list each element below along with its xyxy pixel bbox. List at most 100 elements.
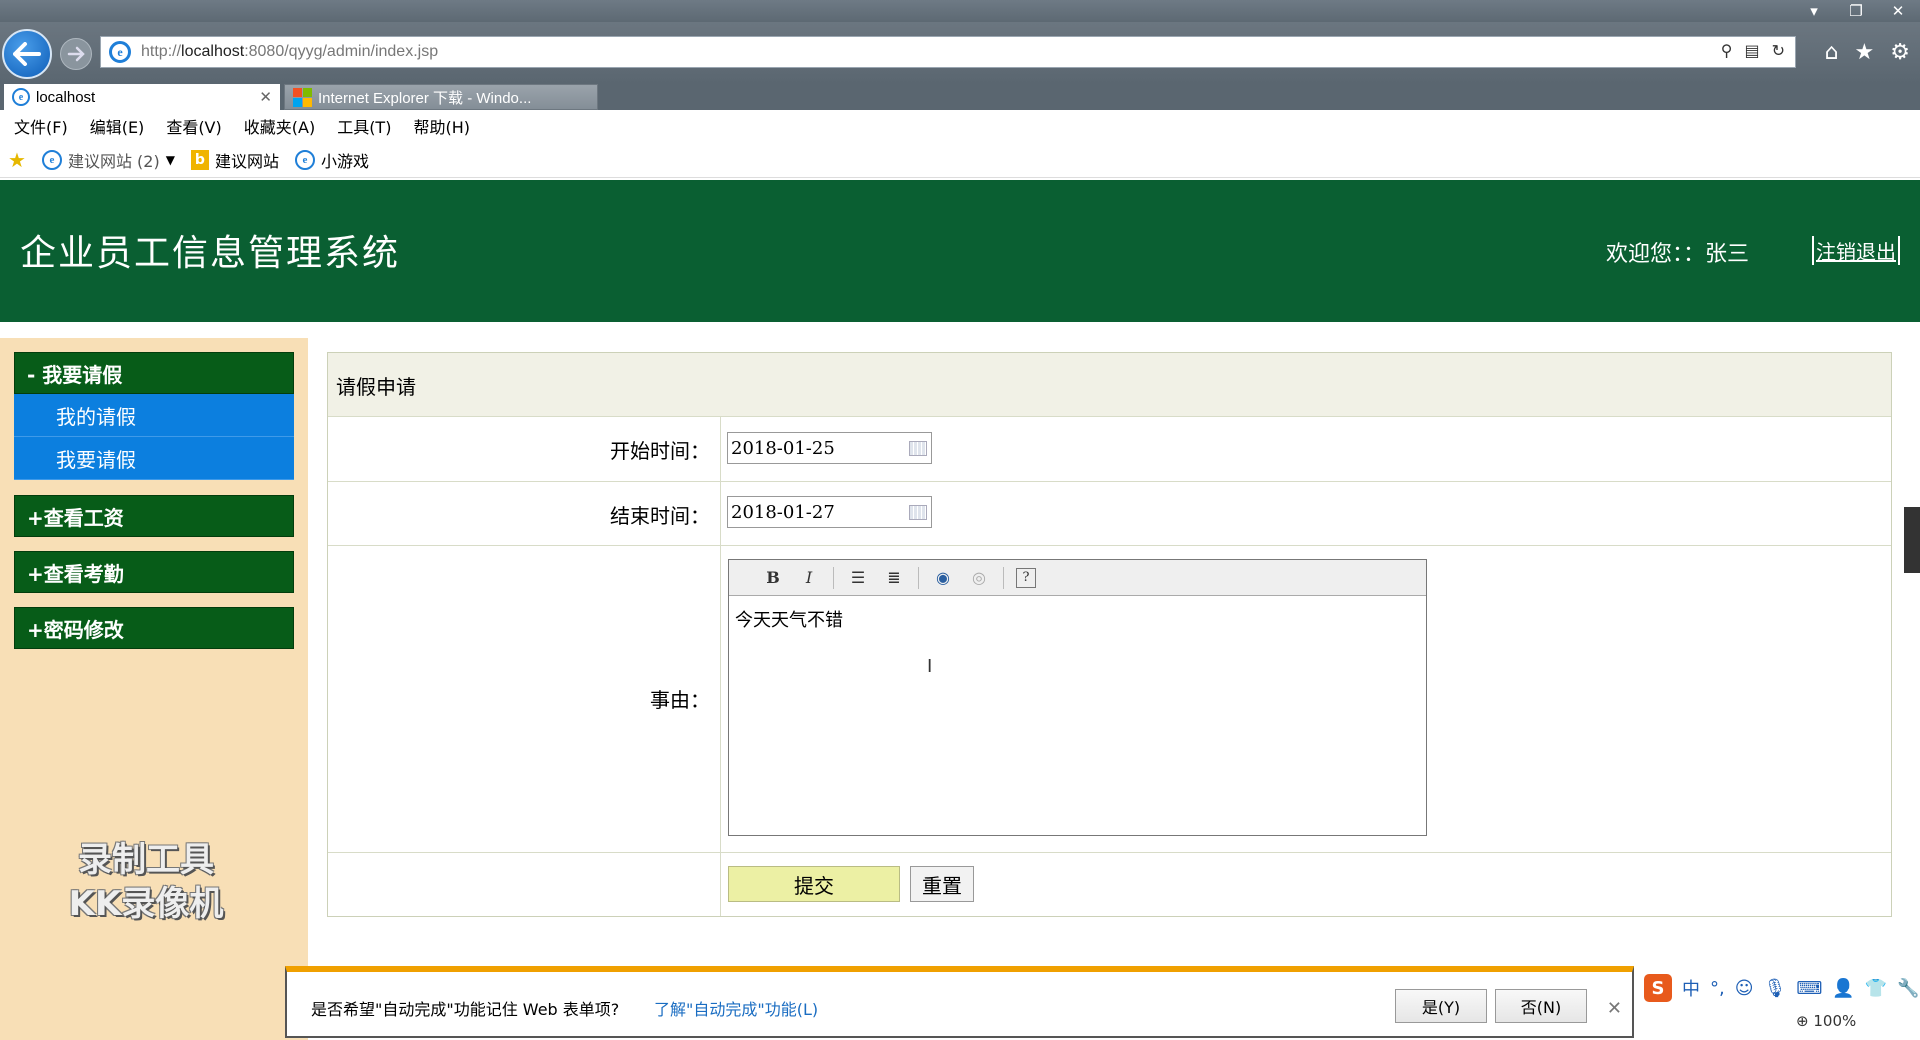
sogou-logo-icon[interactable]: S — [1644, 974, 1672, 1002]
search-icon[interactable]: ⚲ — [1721, 41, 1733, 60]
welcome-text: 欢迎您：：张三 — [1606, 242, 1750, 267]
url-text[interactable]: http://localhost:8080/qyyg/admin/index.j… — [141, 43, 438, 61]
ime-mode-chinese[interactable]: 中 — [1682, 975, 1700, 1001]
sidebar-group-leave-header[interactable]: - 我要请假 — [14, 352, 294, 394]
favorites-star-icon[interactable]: ★ — [1855, 40, 1875, 65]
autocomplete-info-link[interactable]: 了解"自动完成"功能(L) — [654, 996, 818, 1020]
menu-favorites[interactable]: 收藏夹(A) — [244, 114, 315, 138]
menu-view[interactable]: 查看(V) — [166, 114, 221, 138]
menu-bar: 文件(F) 编辑(E) 查看(V) 收藏夹(A) 工具(T) 帮助(H) — [0, 110, 1920, 142]
sidebar-group-password-header[interactable]: +密码修改 — [14, 607, 294, 649]
sidebar-item-request-leave[interactable]: 我要请假 — [14, 437, 294, 480]
ie-page-icon: e — [109, 41, 131, 63]
calendar-icon[interactable] — [909, 505, 927, 520]
action-row: 提交 重置 — [328, 853, 1891, 916]
sidebar: - 我要请假 我的请假 我要请假 +查看工资 +查看考勤 +密码修改 录制工具 … — [0, 338, 308, 1040]
browser-toolbar: ⌂ ★ ⚙ — [1825, 40, 1910, 65]
watermark-line: KK录像机 — [68, 884, 224, 924]
wrench-icon[interactable]: 🔧 — [1897, 978, 1919, 999]
reason-rich-editor[interactable]: B I ☰ ≣ ◉ ◎ ? 今天天气不错 I — [728, 559, 1427, 836]
submit-button[interactable]: 提交 — [728, 866, 900, 902]
menu-tools[interactable]: 工具(T) — [337, 114, 391, 138]
end-date-input[interactable]: 2018-01-27 — [727, 496, 932, 528]
window-controls: ▾ ❐ ✕ — [1804, 0, 1908, 22]
restore-icon[interactable]: ❐ — [1846, 2, 1866, 20]
favorites-add-icon[interactable]: ★ — [8, 148, 26, 172]
emoji-icon[interactable]: ☺ — [1735, 978, 1754, 999]
window-title-strip: ▾ ❐ ✕ — [0, 0, 1920, 22]
help-icon[interactable]: ? — [1016, 567, 1036, 588]
zoom-level[interactable]: ⊕ 100% — [1796, 1012, 1856, 1030]
fav-suggested-sites[interactable]: b 建议网站 — [190, 148, 279, 172]
windows-logo-icon — [293, 87, 312, 107]
tab-localhost[interactable]: e localhost ✕ — [4, 84, 280, 110]
insert-link-icon[interactable]: ◉ — [931, 566, 955, 590]
ie-tab-icon: e — [12, 88, 30, 106]
editor-toolbar: B I ☰ ≣ ◉ ◎ ? — [729, 560, 1426, 596]
gear-icon[interactable]: ⚙ — [1890, 40, 1910, 65]
close-notification-icon[interactable]: ✕ — [1607, 998, 1622, 1019]
back-button[interactable] — [2, 29, 52, 79]
panel-title: 请假申请 — [336, 375, 416, 399]
side-scroll-handle[interactable] — [1904, 507, 1920, 573]
tab-strip: e localhost ✕ Internet Explorer 下载 - Win… — [0, 84, 1920, 110]
tab-label: Internet Explorer 下载 - Windo... — [318, 89, 532, 107]
skin-icon[interactable]: 👕 — [1865, 978, 1887, 999]
forward-button[interactable] — [60, 38, 92, 70]
ie-icon: e — [41, 149, 62, 170]
sidebar-group-attendance-header[interactable]: +查看考勤 — [14, 551, 294, 593]
fav-label: 小游戏 — [320, 151, 369, 171]
logout-link[interactable]: 注销退出 — [1812, 236, 1900, 265]
punctuation-icon[interactable]: °, — [1710, 978, 1725, 999]
refresh-icon[interactable]: ↻ — [1772, 41, 1785, 60]
ime-toolbar: S 中 °, ☺ 🎙 ⌨ 👤 👕 🔧 — [1634, 970, 1920, 1006]
toolbar-separator — [918, 566, 919, 589]
bold-icon[interactable]: B — [761, 566, 785, 590]
menu-help[interactable]: 帮助(H) — [413, 114, 470, 138]
italic-icon[interactable]: I — [797, 566, 821, 590]
ordered-list-icon[interactable]: ☰ — [846, 566, 870, 590]
fav-label: 建议网站 (2) — [67, 151, 160, 171]
address-bar[interactable]: e http://localhost:8080/qyyg/admin/index… — [100, 36, 1796, 68]
fav-suggested-sites-dropdown[interactable]: e 建议网站 (2) ▼ — [41, 148, 175, 172]
reset-button[interactable]: 重置 — [910, 866, 974, 902]
compat-view-icon[interactable]: ▤ — [1744, 41, 1759, 60]
app-title: 企业员工信息管理系统 — [20, 233, 401, 274]
minimize-icon[interactable]: ▾ — [1804, 2, 1824, 20]
zoom-value: 100% — [1813, 1012, 1857, 1030]
forward-arrow-icon — [67, 46, 85, 62]
reason-text[interactable]: 今天天气不错 — [735, 606, 843, 632]
unlink-icon[interactable]: ◎ — [967, 566, 991, 590]
watermark-line: 录制工具 — [78, 840, 214, 880]
sidebar-group-salary-header[interactable]: +查看工资 — [14, 495, 294, 537]
ie-icon: e — [294, 149, 315, 170]
toolbar-separator — [1003, 566, 1004, 589]
navigation-bar: e http://localhost:8080/qyyg/admin/index… — [0, 22, 1920, 84]
sidebar-item-my-leave[interactable]: 我的请假 — [14, 394, 294, 437]
autocomplete-notification: 是否希望"自动完成"功能记住 Web 表单项? 了解"自动完成"功能(L) 是(… — [285, 966, 1634, 1038]
start-date-input[interactable]: 2018-01-25 — [727, 432, 932, 464]
fav-mini-games[interactable]: e 小游戏 — [294, 148, 369, 172]
no-button[interactable]: 否(N) — [1495, 989, 1587, 1023]
back-arrow-icon — [13, 42, 41, 66]
chevron-down-icon: ▼ — [165, 152, 175, 167]
menu-edit[interactable]: 编辑(E) — [90, 114, 145, 138]
reason-row: 事由： B I ☰ ≣ ◉ ◎ ? 今天天气不错 I — [328, 546, 1891, 853]
close-window-icon[interactable]: ✕ — [1888, 2, 1908, 20]
yes-button[interactable]: 是(Y) — [1395, 989, 1487, 1023]
recorder-watermark: 录制工具 KK录像机 — [46, 838, 246, 926]
home-icon[interactable]: ⌂ — [1825, 40, 1839, 65]
bing-icon: b — [190, 149, 209, 170]
user-icon[interactable]: 👤 — [1832, 978, 1854, 999]
end-date-label: 结束时间： — [610, 504, 710, 528]
tab-ie-download[interactable]: Internet Explorer 下载 - Windo... — [284, 84, 598, 110]
sidebar-group-salary: +查看工资 — [14, 495, 294, 537]
label-cell: 开始时间： — [328, 417, 721, 481]
microphone-icon[interactable]: 🎙 — [1764, 978, 1787, 999]
menu-file[interactable]: 文件(F) — [14, 114, 68, 138]
calendar-icon[interactable] — [909, 441, 927, 456]
close-tab-icon[interactable]: ✕ — [259, 88, 272, 106]
label-cell — [328, 853, 721, 916]
unordered-list-icon[interactable]: ≣ — [882, 566, 906, 590]
keyboard-icon[interactable]: ⌨ — [1796, 978, 1822, 999]
